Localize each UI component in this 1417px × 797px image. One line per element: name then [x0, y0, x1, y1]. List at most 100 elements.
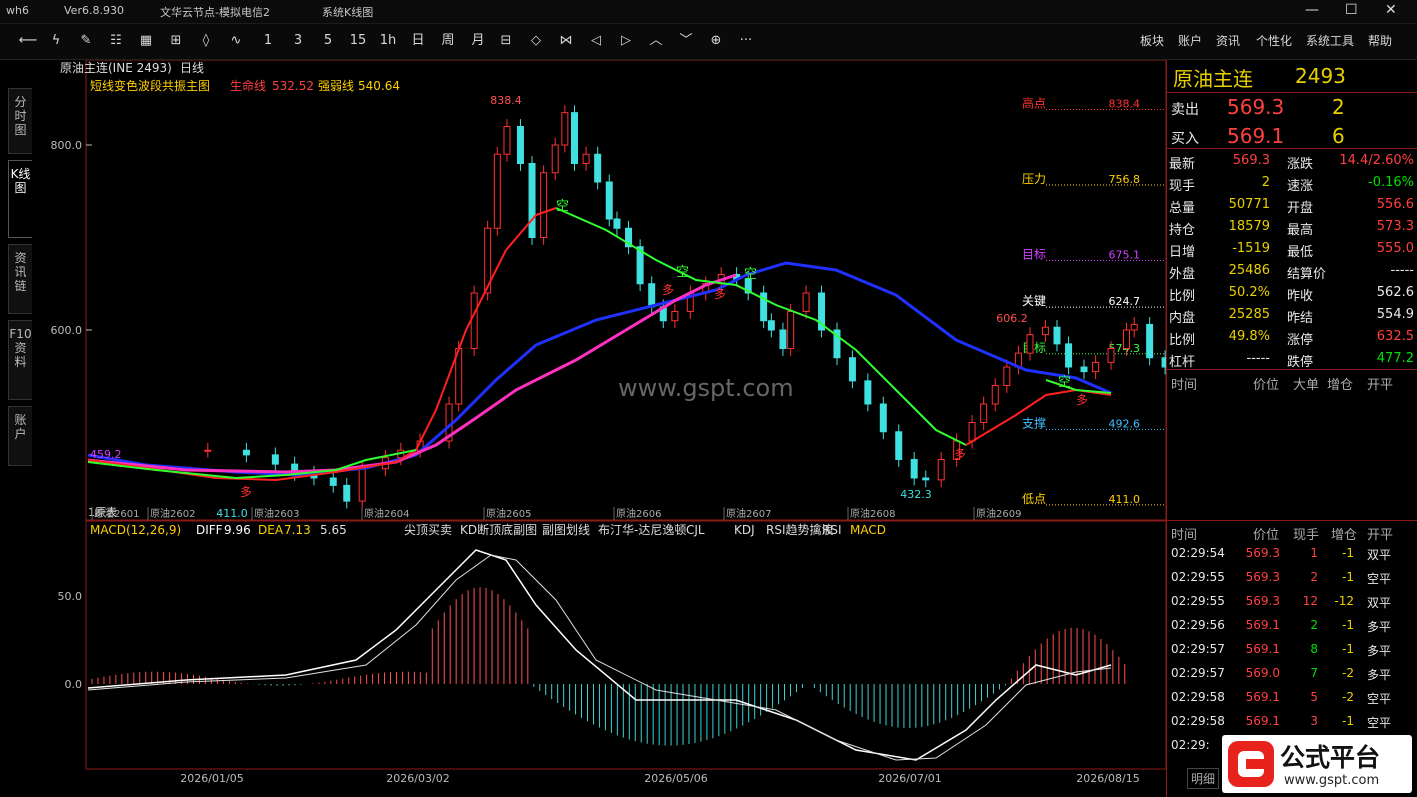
table-header: 时间 价位 现手 增仓 开平	[1167, 521, 1417, 543]
back-icon[interactable]: ⟵	[18, 32, 38, 50]
life-line-label: 生命线	[230, 78, 266, 93]
candle-body	[779, 329, 787, 349]
field-label: 昨收	[1287, 289, 1314, 304]
candle-body	[937, 459, 945, 481]
period-2-button[interactable]: 5	[318, 32, 338, 50]
tick-n: 7	[1310, 666, 1318, 680]
dea-label: DEA	[258, 523, 284, 537]
calendar-icon[interactable]: ▦	[136, 32, 156, 50]
field-value: 562.6	[1376, 285, 1414, 300]
kline-chart-area[interactable]: 800.0 600.0 原油主连(INE 2493) 日线 短线变色波段共振主图 生命线 5…	[36, 60, 1166, 797]
period-6-button[interactable]: 周	[438, 32, 458, 50]
more-icon[interactable]: ···	[736, 32, 756, 50]
field-label: 外盘	[1169, 267, 1196, 282]
zoom-out-icon[interactable]: ⋈	[556, 32, 576, 50]
minimize-icon[interactable]: —	[1305, 2, 1319, 18]
menu-item-0[interactable]: 板块	[1140, 32, 1164, 49]
menu-item-3[interactable]: 个性化	[1256, 32, 1292, 49]
arrow-right-icon[interactable]: ▷	[616, 32, 636, 50]
y-axis-label: 600.0	[51, 324, 83, 337]
field-label: 比例	[1169, 289, 1196, 304]
level-name: 目标	[1022, 341, 1046, 355]
tab-timeshare[interactable]: 分时图	[8, 88, 32, 154]
high-label: 838.4	[490, 94, 522, 107]
quote-field-row: 比例 50.2% 昨收 562.6	[1167, 282, 1417, 304]
period-4-button[interactable]: 1h	[378, 32, 398, 50]
level-value: 492.6	[1109, 417, 1141, 430]
server-name: 文华云节点-模拟电信2	[160, 6, 270, 19]
period-0-button[interactable]: 1	[258, 32, 278, 50]
list-edit-icon[interactable]: ☷	[106, 32, 126, 50]
period-1-button[interactable]: 3	[288, 32, 308, 50]
logo-g-icon	[1228, 741, 1274, 787]
frame-icon[interactable]: ⊞	[166, 32, 186, 50]
tab-label: 资讯链	[14, 251, 27, 293]
candle-body	[671, 311, 679, 322]
tick-n: 1	[1310, 546, 1318, 560]
bell-icon[interactable]: ◊	[196, 32, 216, 50]
crosshair-icon[interactable]: ⊕	[706, 32, 726, 50]
symbol-label: 原油主连(INE 2493)	[60, 60, 172, 75]
sell-price: 569.3	[1227, 95, 1285, 119]
lightning-icon[interactable]: ϟ	[46, 32, 66, 50]
macd-y-label: 0.0	[65, 678, 83, 691]
candle-body	[613, 218, 621, 229]
field-value: -----	[1246, 351, 1270, 366]
brush-icon[interactable]: ✎	[76, 32, 96, 50]
field-label: 日增	[1169, 245, 1196, 260]
arrow-left-icon[interactable]: ◁	[586, 32, 606, 50]
trend-line-icon[interactable]: ∿	[226, 32, 246, 50]
autoscroll-icon[interactable]: ⊟	[496, 32, 516, 50]
tab-detail[interactable]: 明细	[1187, 768, 1220, 789]
menu-item-1[interactable]: 账户	[1178, 32, 1202, 49]
watermark: www.gspt.com	[618, 374, 794, 402]
dea-value: 7.13	[284, 523, 311, 537]
gspt-logo: 公式平台 www.gspt.com	[1222, 735, 1412, 793]
period-7-button[interactable]: 月	[468, 32, 488, 50]
candle-body	[1003, 366, 1011, 386]
y-axis-label: 800.0	[51, 139, 83, 152]
indicator-link-3: 布汀华-达尼逸顿	[598, 523, 686, 537]
menu-item-4[interactable]: 系统工具	[1306, 32, 1354, 49]
tab-account[interactable]: 账户	[8, 406, 32, 466]
buy-label: 买入	[1171, 131, 1199, 147]
arrow-up-icon[interactable]: ︿	[646, 32, 666, 50]
period-5-button[interactable]: 日	[408, 32, 428, 50]
title-bar: wh6 Ver6.8.930 文华云节点-模拟电信2 系统K线图 — ☐ ✕	[0, 0, 1417, 24]
maximize-icon[interactable]: ☐	[1345, 2, 1358, 18]
zoom-in-icon[interactable]: ◇	[526, 32, 546, 50]
chart-canvas[interactable]: 800.0 600.0 原油主连(INE 2493) 日线短线变色波段共振主图 生命线 5…	[36, 60, 1166, 797]
period-3-button[interactable]: 15	[348, 32, 368, 50]
tick-k: 空平	[1367, 692, 1392, 706]
tab-f10[interactable]: F10资料	[8, 320, 32, 400]
tick-t: 02:29:58	[1171, 690, 1225, 704]
tick-d: -1	[1342, 714, 1354, 728]
field-value: 554.9	[1376, 307, 1414, 322]
tick-d: -1	[1342, 618, 1354, 632]
tab-kline[interactable]: K线图	[8, 160, 32, 238]
field-value: 632.5	[1376, 329, 1414, 344]
contract-label: 原油2603	[254, 507, 299, 520]
quote-field-row: 日增 -1519 最低 555.0	[1167, 238, 1417, 260]
tab-news-chain[interactable]: 资讯链	[8, 244, 32, 314]
tick-row: 02:29:55 569.3 12 -12 双平	[1167, 590, 1417, 614]
field-label: 昨结	[1287, 311, 1314, 326]
arrow-down-icon[interactable]: ﹀	[676, 32, 696, 50]
close-icon[interactable]: ✕	[1385, 2, 1397, 18]
menu-item-5[interactable]: 帮助	[1368, 32, 1392, 49]
field-value: 573.3	[1376, 219, 1414, 234]
tick-p: 569.1	[1245, 618, 1280, 632]
candle-body	[493, 153, 501, 229]
candle-body	[848, 357, 856, 382]
field-label: 持仓	[1169, 223, 1196, 238]
tick-k: 空平	[1367, 572, 1392, 586]
tick-k: 多平	[1367, 644, 1392, 658]
level-name: 压力	[1022, 172, 1046, 186]
macd-value: 5.65	[320, 523, 347, 537]
tick-n: 12	[1302, 594, 1318, 608]
tick-k: 双平	[1367, 596, 1392, 610]
menu-item-2[interactable]: 资讯	[1216, 32, 1240, 49]
column-header: 价位	[1253, 528, 1280, 543]
start-label: 459.2	[90, 448, 122, 461]
field-label: 速涨	[1287, 179, 1314, 194]
